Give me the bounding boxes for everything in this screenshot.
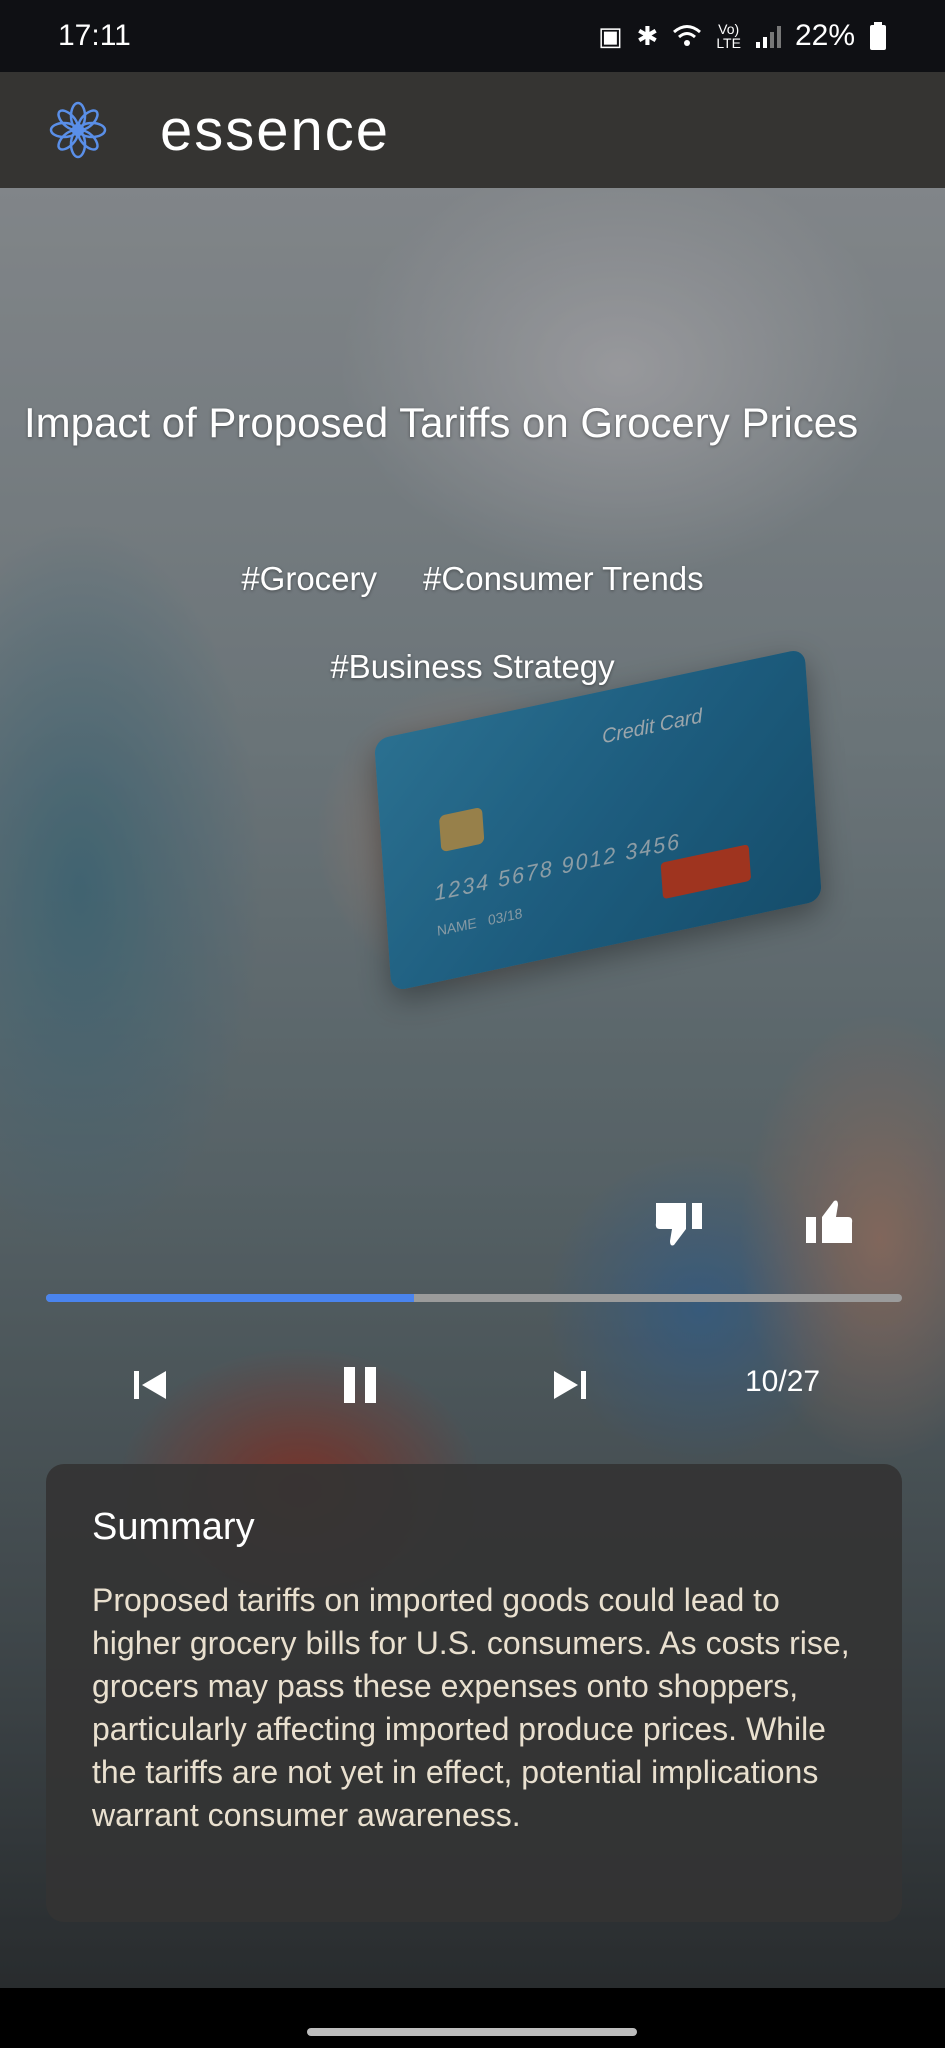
feedback-bar bbox=[0, 1195, 945, 1255]
summary-text: Proposed tariffs on imported goods could… bbox=[92, 1582, 850, 1833]
status-time: 17:11 bbox=[58, 19, 131, 52]
signal-icon bbox=[755, 26, 781, 48]
app-title: essence bbox=[160, 97, 391, 163]
summary-card: Summary Proposed tariffs on imported goo… bbox=[46, 1464, 902, 1922]
tag-grocery[interactable]: #Grocery bbox=[241, 560, 377, 598]
home-gesture-handle[interactable] bbox=[307, 2028, 637, 2036]
skip-next-icon[interactable] bbox=[548, 1363, 592, 1407]
status-bar: 17:11 ▣ ✱ Vo) LTE 22% bbox=[0, 0, 945, 72]
bluetooth-icon: ✱ bbox=[636, 20, 659, 51]
save-data-icon: ▣ bbox=[597, 20, 623, 51]
tag-business-strategy[interactable]: #Business Strategy bbox=[330, 648, 614, 686]
tag-row: #Business Strategy bbox=[0, 648, 945, 686]
article-counter: 10/27 bbox=[745, 1365, 821, 1398]
lotus-logo-icon bbox=[49, 101, 107, 159]
battery-icon bbox=[870, 22, 886, 50]
thumbs-down-icon[interactable] bbox=[652, 1195, 708, 1251]
battery-percent: 22% bbox=[794, 19, 855, 52]
wifi-icon bbox=[673, 25, 702, 46]
skip-previous-icon[interactable] bbox=[128, 1363, 172, 1407]
tag-list: #Grocery #Consumer Trends #Business Stra… bbox=[0, 560, 945, 736]
thumbs-up-icon[interactable] bbox=[800, 1195, 856, 1251]
status-icons: ▣ ✱ Vo) LTE 22% bbox=[598, 19, 887, 53]
playback-controls: 10/27 bbox=[0, 1355, 945, 1415]
playback-progress-bar[interactable] bbox=[46, 1294, 902, 1302]
article-title: Impact of Proposed Tariffs on Grocery Pr… bbox=[24, 399, 859, 446]
volte-icon: Vo) LTE bbox=[716, 21, 741, 51]
system-nav-bar bbox=[0, 1988, 945, 2048]
app-header: essence bbox=[0, 72, 945, 188]
summary-title: Summary bbox=[92, 1506, 255, 1548]
tag-consumer-trends[interactable]: #Consumer Trends bbox=[423, 560, 704, 598]
tag-row: #Grocery #Consumer Trends bbox=[0, 560, 945, 598]
playback-progress-fill bbox=[46, 1294, 415, 1302]
pause-icon[interactable] bbox=[338, 1363, 382, 1407]
